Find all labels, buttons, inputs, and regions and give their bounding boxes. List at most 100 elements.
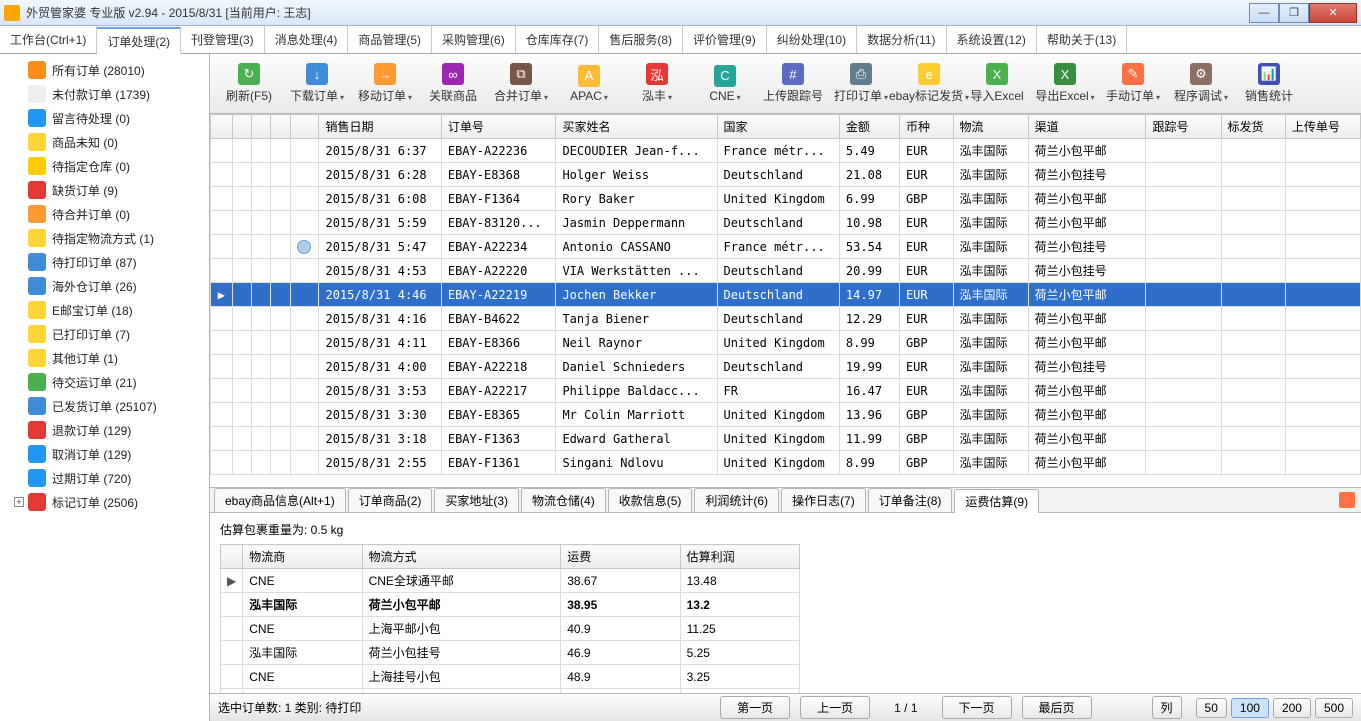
estimate-row[interactable]: ▶CNECNE全球通平邮38.6713.48 <box>221 569 800 593</box>
toolbar-button[interactable]: ⎙打印订单▾ <box>828 58 894 110</box>
toolbar-button[interactable]: eebay标记发货▾ <box>896 58 962 110</box>
detail-tab[interactable]: 利润统计(6) <box>694 488 779 512</box>
page-size-button[interactable]: 500 <box>1315 698 1353 718</box>
menu-tab[interactable]: 工作台(Ctrl+1) <box>0 26 97 53</box>
menu-tab[interactable]: 纠纷处理(10) <box>767 26 857 53</box>
sidebar-item[interactable]: 待指定物流方式 (1) <box>0 226 209 250</box>
sidebar-item[interactable]: 其他订单 (1) <box>0 346 209 370</box>
sidebar-item[interactable]: 待合并订单 (0) <box>0 202 209 226</box>
estimate-row[interactable]: 泓丰国际荷兰小包平邮38.9513.2 <box>221 593 800 617</box>
prev-page-button[interactable]: 上一页 <box>800 696 870 719</box>
order-grid[interactable]: 销售日期订单号买家姓名国家金额币种物流渠道跟踪号标发货上传单号 2015/8/3… <box>210 114 1361 475</box>
grid-column-header[interactable]: 上传单号 <box>1285 115 1360 139</box>
toolbar-button[interactable]: ↓下载订单▾ <box>284 58 350 110</box>
sidebar-item[interactable]: 留言待处理 (0) <box>0 106 209 130</box>
table-row[interactable]: 2015/8/31 3:30EBAY-E8365Mr Colin Marriot… <box>211 403 1361 427</box>
sidebar-item[interactable]: 待交运订单 (21) <box>0 370 209 394</box>
sidebar-item[interactable]: +标记订单 (2506) <box>0 490 209 514</box>
grid-column-header[interactable] <box>251 115 270 139</box>
detail-tab[interactable]: 运费估算(9) <box>954 489 1039 513</box>
toolbar-button[interactable]: ↻刷新(F5) <box>216 58 282 110</box>
estimate-column-header[interactable]: 物流方式 <box>362 545 561 569</box>
sidebar-item[interactable]: 已打印订单 (7) <box>0 322 209 346</box>
menu-tab[interactable]: 采购管理(6) <box>432 26 516 53</box>
grid-column-header[interactable]: 金额 <box>839 115 899 139</box>
menu-tab[interactable]: 系统设置(12) <box>947 26 1037 53</box>
sidebar-item[interactable]: 待打印订单 (87) <box>0 250 209 274</box>
menu-tab[interactable]: 售后服务(8) <box>599 26 683 53</box>
table-row[interactable]: ▶2015/8/31 4:46EBAY-A22219Jochen BekkerD… <box>211 283 1361 307</box>
page-size-button[interactable]: 50 <box>1196 698 1227 718</box>
toolbar-button[interactable]: 泓泓丰▾ <box>624 58 690 110</box>
detail-tab[interactable]: 买家地址(3) <box>434 488 519 512</box>
last-page-button[interactable]: 最后页 <box>1022 696 1092 719</box>
toolbar-button[interactable]: ∞关联商品 <box>420 58 486 110</box>
grid-column-header[interactable] <box>211 115 233 139</box>
page-size-button[interactable]: 200 <box>1273 698 1311 718</box>
menu-tab[interactable]: 评价管理(9) <box>683 26 767 53</box>
estimate-row[interactable]: CNE上海平邮小包40.911.25 <box>221 617 800 641</box>
grid-column-header[interactable]: 销售日期 <box>319 115 441 139</box>
grid-column-header[interactable]: 币种 <box>899 115 953 139</box>
detail-tab[interactable]: 订单备注(8) <box>868 488 953 512</box>
page-size-button[interactable]: 100 <box>1231 698 1269 718</box>
table-row[interactable]: 2015/8/31 5:47EBAY-A22234Antonio CASSANO… <box>211 235 1361 259</box>
grid-column-header[interactable]: 渠道 <box>1028 115 1146 139</box>
detail-tab[interactable]: 收款信息(5) <box>608 488 693 512</box>
toolbar-button[interactable]: #上传跟踪号 <box>760 58 826 110</box>
toolbar-button[interactable]: CCNE▾ <box>692 58 758 110</box>
maximize-button[interactable]: ❐ <box>1279 3 1309 23</box>
menu-tab[interactable]: 数据分析(11) <box>857 26 946 53</box>
grid-column-header[interactable] <box>232 115 251 139</box>
detail-tab[interactable]: 订单商品(2) <box>348 488 433 512</box>
table-row[interactable]: 2015/8/31 2:55EBAY-F1361Singani NdlovuUn… <box>211 451 1361 475</box>
toolbar-button[interactable]: ✎手动订单▾ <box>1100 58 1166 110</box>
table-row[interactable]: 2015/8/31 4:53EBAY-A22220VIA Werkstätten… <box>211 259 1361 283</box>
grid-column-header[interactable]: 标发货 <box>1221 115 1285 139</box>
toolbar-button[interactable]: ⧉合并订单▾ <box>488 58 554 110</box>
menu-tab[interactable]: 订单处理(2) <box>97 27 181 54</box>
detail-tab[interactable]: 物流仓储(4) <box>521 488 606 512</box>
order-grid-wrap[interactable]: 销售日期订单号买家姓名国家金额币种物流渠道跟踪号标发货上传单号 2015/8/3… <box>210 114 1361 487</box>
estimate-column-header[interactable] <box>221 545 243 569</box>
table-row[interactable]: 2015/8/31 6:37EBAY-A22236DECOUDIER Jean-… <box>211 139 1361 163</box>
sidebar-item[interactable]: 海外仓订单 (26) <box>0 274 209 298</box>
detail-tab[interactable]: 操作日志(7) <box>781 488 866 512</box>
table-row[interactable]: 2015/8/31 6:28EBAY-E8368Holger WeissDeut… <box>211 163 1361 187</box>
table-row[interactable]: 2015/8/31 4:16EBAY-B4622Tanja BienerDeut… <box>211 307 1361 331</box>
grid-column-header[interactable] <box>290 115 319 139</box>
table-row[interactable]: 2015/8/31 4:00EBAY-A22218Daniel Schniede… <box>211 355 1361 379</box>
grid-column-header[interactable] <box>271 115 290 139</box>
columns-button[interactable]: 列 <box>1152 696 1182 719</box>
estimate-grid[interactable]: 物流商物流方式运费估算利润 ▶CNECNE全球通平邮38.6713.48泓丰国际… <box>220 544 800 693</box>
toolbar-button[interactable]: 📊销售统计 <box>1236 58 1302 110</box>
detail-tab[interactable]: ebay商品信息(Alt+1) <box>214 488 346 512</box>
tree-expand-icon[interactable]: + <box>14 497 24 507</box>
menu-tab[interactable]: 商品管理(5) <box>348 26 432 53</box>
grid-column-header[interactable]: 买家姓名 <box>556 115 717 139</box>
toolbar-button[interactable]: X导出Excel▾ <box>1032 58 1098 110</box>
sidebar-item[interactable]: E邮宝订单 (18) <box>0 298 209 322</box>
grid-column-header[interactable]: 跟踪号 <box>1146 115 1221 139</box>
menu-tab[interactable]: 消息处理(4) <box>265 26 349 53</box>
book-icon[interactable] <box>1339 492 1355 508</box>
toolbar-button[interactable]: →移动订单▾ <box>352 58 418 110</box>
menu-tab[interactable]: 帮助关于(13) <box>1037 26 1127 53</box>
table-row[interactable]: 2015/8/31 5:59EBAY-83120...Jasmin Depper… <box>211 211 1361 235</box>
table-row[interactable]: 2015/8/31 3:53EBAY-A22217Philippe Baldac… <box>211 379 1361 403</box>
table-row[interactable]: 2015/8/31 6:08EBAY-F1364Rory BakerUnited… <box>211 187 1361 211</box>
grid-column-header[interactable]: 物流 <box>953 115 1028 139</box>
sidebar-item[interactable]: 退款订单 (129) <box>0 418 209 442</box>
sidebar-item[interactable]: 未付款订单 (1739) <box>0 82 209 106</box>
grid-column-header[interactable]: 国家 <box>717 115 839 139</box>
estimate-row[interactable]: CNE上海挂号小包48.93.25 <box>221 665 800 689</box>
sidebar-item[interactable]: 缺货订单 (9) <box>0 178 209 202</box>
menu-tab[interactable]: 仓库库存(7) <box>516 26 600 53</box>
table-row[interactable]: 2015/8/31 4:11EBAY-E8366Neil RaynorUnite… <box>211 331 1361 355</box>
first-page-button[interactable]: 第一页 <box>720 696 790 719</box>
menu-tab[interactable]: 刊登管理(3) <box>181 26 265 53</box>
estimate-row[interactable]: 泓丰国际荷兰小包挂号46.95.25 <box>221 641 800 665</box>
minimize-button[interactable]: — <box>1249 3 1279 23</box>
grid-column-header[interactable]: 订单号 <box>441 115 556 139</box>
toolbar-button[interactable]: X导入Excel <box>964 58 1030 110</box>
